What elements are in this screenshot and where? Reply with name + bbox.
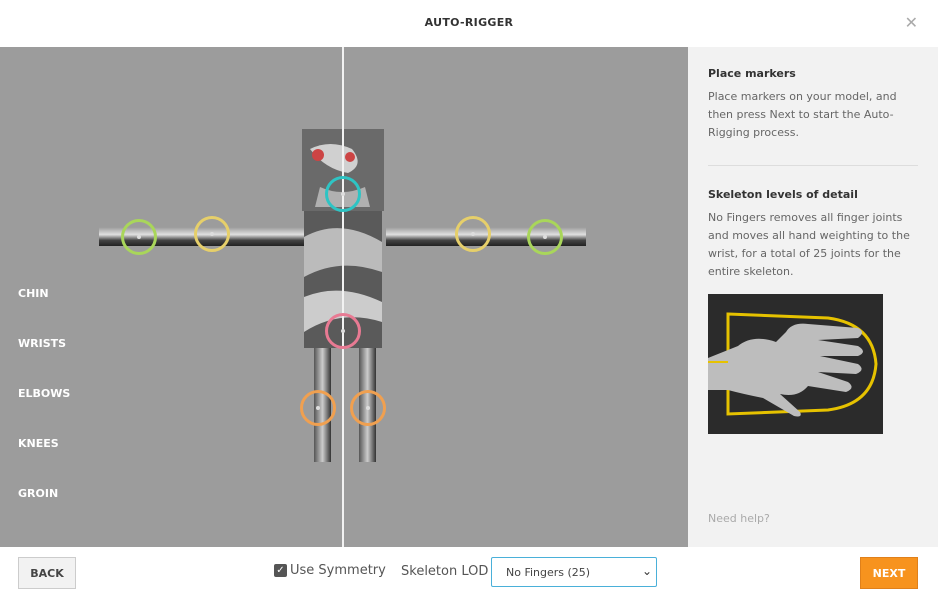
help-panel: Place markers Place markers on your mode… [688,47,938,547]
window-header: AUTO-RIGGER ✕ [0,0,938,47]
hand-illustration [708,294,883,434]
knee-marker-right[interactable] [350,390,386,426]
knee-marker-left[interactable] [300,390,336,426]
marker-label-elbows[interactable]: ELBOWS [18,387,70,437]
chin-marker[interactable] [325,176,361,212]
marker-label-knees[interactable]: KNEES [18,437,70,487]
groin-marker[interactable] [325,313,361,349]
skeleton-lod-label: Skeleton LOD [401,564,489,579]
marker-label-chin[interactable]: CHIN [18,287,70,337]
place-markers-title: Place markers [708,67,796,80]
skeleton-lod-value: No Fingers (25) [506,565,591,579]
marker-label-list: CHIN WRISTS ELBOWS KNEES GROIN [18,287,70,537]
wrist-marker-right[interactable] [527,219,563,255]
chevron-down-icon: ⌄ [641,564,652,578]
close-icon[interactable]: ✕ [905,13,918,32]
skeleton-lod-select[interactable]: No Fingers (25) ⌄ [491,557,657,587]
use-symmetry-label: Use Symmetry [290,563,386,578]
need-help-link[interactable]: Need help? [708,512,770,525]
footer-bar: BACK ✓ Use Symmetry Skeleton LOD No Fing… [0,547,938,599]
lod-title: Skeleton levels of detail [708,188,858,201]
lod-text: No Fingers removes all finger joints and… [708,211,910,278]
next-button[interactable]: NEXT [860,557,918,589]
elbow-marker-left[interactable] [194,216,230,252]
marker-label-wrists[interactable]: WRISTS [18,337,70,387]
place-markers-text: Place markers on your model, and then pr… [708,90,897,139]
wrist-marker-left[interactable] [121,219,157,255]
marker-label-groin[interactable]: GROIN [18,487,70,537]
place-markers-section: Place markers Place markers on your mode… [708,67,920,142]
back-button[interactable]: BACK [18,557,76,589]
window-title: AUTO-RIGGER [424,16,514,29]
use-symmetry-toggle[interactable]: ✓ Use Symmetry [274,563,386,578]
symmetry-line [342,47,344,547]
lod-section: Skeleton levels of detail No Fingers rem… [708,188,920,281]
model-viewport[interactable]: CHIN WRISTS ELBOWS KNEES GROIN [0,47,688,547]
panel-divider [708,165,918,166]
character-model [99,129,586,462]
elbow-marker-right[interactable] [455,216,491,252]
checkbox-checked-icon[interactable]: ✓ [274,564,287,577]
